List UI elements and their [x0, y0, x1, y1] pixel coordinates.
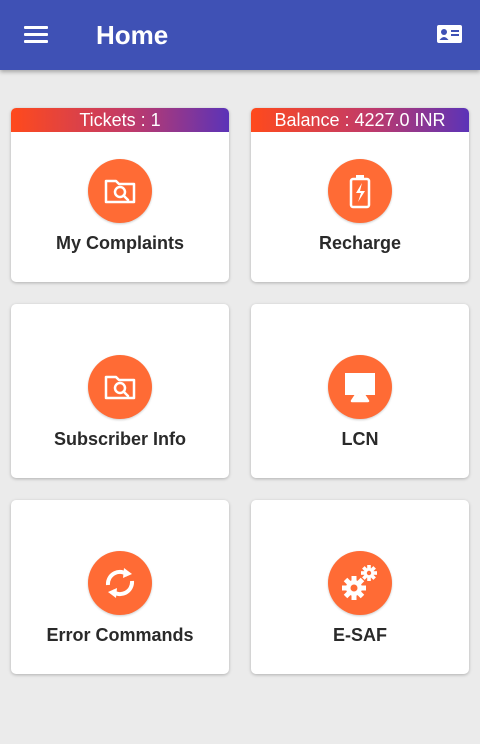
- subscriber-info-label: Subscriber Info: [53, 429, 187, 449]
- recharge-label: Recharge: [318, 233, 402, 253]
- error-commands-label: Error Commands: [46, 625, 194, 645]
- recharge-tile[interactable]: Balance : 4227.0 INR Recharge: [251, 108, 469, 282]
- balance-banner: Balance : 4227.0 INR: [251, 108, 469, 132]
- cast-screen-icon: [328, 355, 392, 419]
- battery-charging-icon: [328, 159, 392, 223]
- folder-search-icon: [88, 355, 152, 419]
- e-saf-tile[interactable]: E-SAF: [251, 500, 469, 674]
- gears-icon: [328, 551, 392, 615]
- my-complaints-label: My Complaints: [55, 233, 184, 253]
- lcn-label: LCN: [341, 429, 379, 449]
- app-bar: Home: [0, 0, 480, 70]
- refresh-arrows-icon: [88, 551, 152, 615]
- error-commands-tile[interactable]: Error Commands: [11, 500, 229, 674]
- lcn-tile[interactable]: LCN: [251, 304, 469, 478]
- my-complaints-tile[interactable]: Tickets : 1 My Complaints: [11, 108, 229, 282]
- e-saf-label: E-SAF: [333, 625, 387, 645]
- page-title: Home: [96, 20, 169, 50]
- hamburger-menu-icon[interactable]: [22, 21, 52, 49]
- id-card-icon[interactable]: [432, 20, 468, 48]
- home-tile-grid: Tickets : 1 My Complaints Balance : 4227…: [0, 0, 480, 744]
- tickets-banner: Tickets : 1: [11, 108, 229, 132]
- subscriber-info-tile[interactable]: Subscriber Info: [11, 304, 229, 478]
- folder-search-icon: [88, 159, 152, 223]
